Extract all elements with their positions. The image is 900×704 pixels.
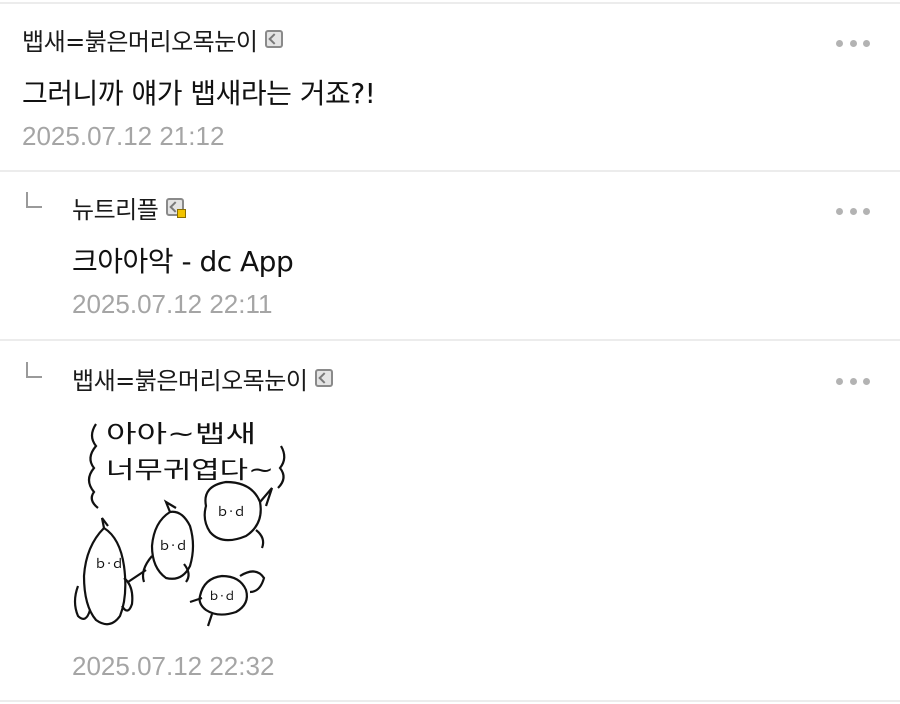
svg-text:ｂ·ｄ: ｂ·ｄ [94,557,124,572]
dccon-image[interactable]: 아아~뱁새 너무귀엽다~ ｂ·ｄ ｂ·ｄ ｂ·ｄ ｂ·ｄ [66,406,296,636]
more-options-button[interactable] [836,376,870,386]
dot-icon [849,377,857,385]
bird-drawing: ｂ·ｄ [189,570,266,627]
svg-text:ｂ·ｄ: ｂ·ｄ [208,589,236,603]
bird-drawing: ｂ·ｄ [127,499,195,583]
bubble-right-border [277,445,286,489]
fixed-nick-icon [315,369,334,387]
svg-text:ｂ·ｄ: ｂ·ｄ [216,505,246,520]
dot-icon [836,377,843,385]
divider-bottom [0,700,900,702]
bird-drawing: ｂ·ｄ [203,480,274,549]
reply-arrow-icon [26,362,42,378]
dccon-text-line2: 너무귀엽다~ [106,456,274,484]
reply-item: 뱁새=붉은머리오목눈이 아아~뱁새 너무귀엽다~ ｂ·ｄ ｂ·ｄ ｂ·ｄ ｂ·ｄ… [0,0,900,704]
svg-text:ｂ·ｄ: ｂ·ｄ [158,539,188,554]
dccon-text-line1: 아아~뱁새 [106,420,256,448]
comment-author[interactable]: 뱁새=붉은머리오목눈이 [72,361,334,396]
bird-drawing: ｂ·ｄ [73,517,134,626]
dot-icon [863,377,870,385]
nickname[interactable]: 뱁새=붉은머리오목눈이 [72,361,308,396]
comment-time: 2025.07.12 22:32 [72,651,275,681]
bubble-left-border [87,423,99,509]
